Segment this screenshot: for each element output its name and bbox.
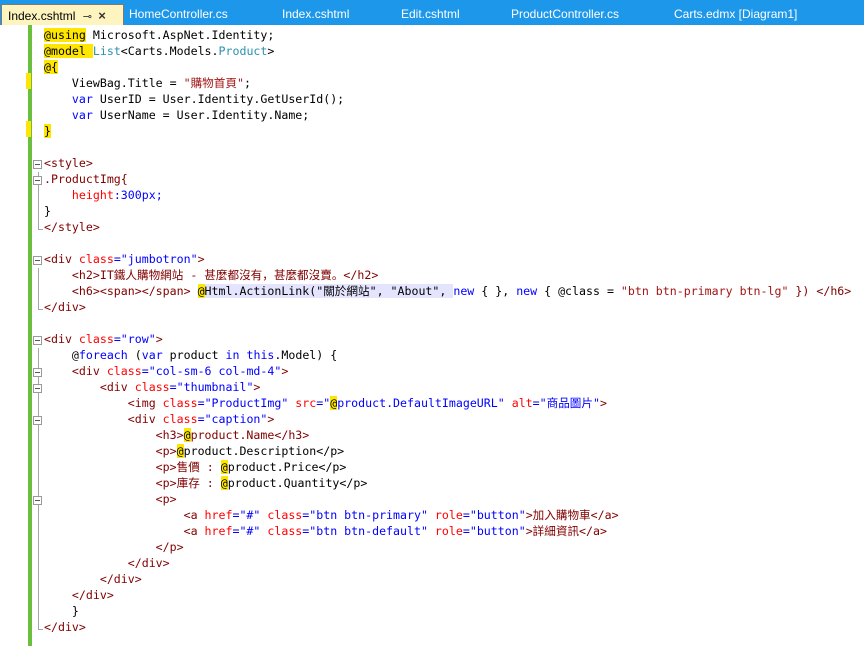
code-line[interactable]: <div class="jumbotron">: [44, 251, 205, 267]
code-line[interactable]: }: [44, 603, 79, 619]
razor-marker: [26, 73, 31, 89]
code-line[interactable]: <div class="thumbnail">: [44, 379, 261, 395]
code-line[interactable]: </style>: [44, 219, 100, 235]
tab-productcontroller[interactable]: ProductController.cs: [511, 4, 619, 25]
code-line[interactable]: <h3>@product.Name</h3>: [44, 427, 309, 443]
code-line[interactable]: </div>: [44, 571, 142, 587]
code-line[interactable]: <style>: [44, 155, 93, 171]
collapse-toggle-icon[interactable]: [33, 176, 42, 185]
collapse-toggle-icon[interactable]: [33, 384, 42, 393]
code-line[interactable]: </div>: [44, 619, 86, 635]
collapse-toggle-icon[interactable]: [33, 256, 42, 265]
code-line[interactable]: <h2>IT鐵人購物網站 - 甚麼都沒有，甚麼都沒賣。</h2>: [44, 267, 378, 283]
document-tab-bar: Index.cshtml ⊸ × HomeController.cs Index…: [0, 0, 864, 25]
collapse-toggle-icon[interactable]: [33, 336, 42, 345]
outline-end: [38, 629, 43, 630]
collapse-toggle-icon[interactable]: [33, 416, 42, 425]
tab-label: Index.cshtml: [8, 9, 76, 23]
collapse-toggle-icon[interactable]: [33, 368, 42, 377]
outline-end: [38, 309, 43, 310]
change-tracking-bar: [28, 25, 32, 646]
code-line[interactable]: height:300px;: [44, 187, 163, 203]
tab-carts-edmx-diagram[interactable]: Carts.edmx [Diagram1]: [674, 4, 797, 25]
tab-label: Edit.cshtml: [401, 7, 460, 21]
collapse-toggle-icon[interactable]: [33, 160, 42, 169]
code-line[interactable]: }: [44, 203, 51, 219]
code-line[interactable]: }: [44, 123, 51, 139]
code-line[interactable]: .ProductImg{: [44, 171, 128, 187]
code-line[interactable]: </div>: [44, 587, 114, 603]
code-line[interactable]: <div class="col-sm-6 col-md-4">: [44, 363, 288, 379]
code-line[interactable]: <p>: [44, 491, 177, 507]
code-editor[interactable]: @using Microsoft.AspNet.Identity; @model…: [0, 25, 864, 646]
tab-label: HomeController.cs: [129, 7, 228, 21]
code-line[interactable]: </div>: [44, 299, 86, 315]
close-icon[interactable]: ×: [98, 8, 106, 23]
code-line[interactable]: <img class="ProductImg" src="@product.De…: [44, 395, 607, 411]
code-line[interactable]: </p>: [44, 539, 184, 555]
code-line[interactable]: var UserID = User.Identity.GetUserId();: [44, 91, 344, 107]
code-line[interactable]: var UserName = User.Identity.Name;: [44, 107, 309, 123]
code-line[interactable]: <h6><span></span> @Html.ActionLink("關於網站…: [44, 283, 851, 299]
outline-end: [38, 229, 43, 230]
code-line[interactable]: <div class="caption">: [44, 411, 275, 427]
tab-label: ProductController.cs: [511, 7, 620, 21]
outline-guide: [38, 268, 39, 310]
code-line[interactable]: <div class="row">: [44, 331, 163, 347]
code-line[interactable]: ViewBag.Title = "購物首頁";: [44, 75, 251, 91]
tab-edit-cshtml[interactable]: Edit.cshtml: [401, 4, 460, 25]
razor-marker: [26, 121, 31, 137]
code-line[interactable]: <p>@product.Description</p>: [44, 443, 344, 459]
code-line[interactable]: <a href="#" class="btn btn-primary" role…: [44, 507, 619, 523]
code-line[interactable]: @model List<Carts.Models.Product>: [44, 43, 274, 59]
code-line[interactable]: <a href="#" class="btn btn-default" role…: [44, 523, 607, 539]
collapse-toggle-icon[interactable]: [33, 496, 42, 505]
tab-homecontroller[interactable]: HomeController.cs: [129, 4, 228, 25]
tab-index-cshtml-active[interactable]: Index.cshtml ⊸ ×: [1, 4, 124, 25]
code-line[interactable]: </div>: [44, 555, 170, 571]
tab-label: Carts.edmx [Diagram1]: [674, 7, 798, 21]
code-line[interactable]: <p>庫存 : @product.Quantity</p>: [44, 475, 367, 491]
code-line[interactable]: @foreach (var product in this.Model) {: [44, 347, 337, 363]
code-line[interactable]: @{: [44, 59, 58, 75]
code-line[interactable]: <p>售價 : @product.Price</p>: [44, 459, 346, 475]
code-line[interactable]: @using Microsoft.AspNet.Identity;: [44, 27, 274, 43]
tab-label: Index.cshtml: [282, 7, 350, 21]
pin-icon[interactable]: ⊸: [83, 11, 92, 23]
tab-index-cshtml[interactable]: Index.cshtml: [282, 4, 349, 25]
